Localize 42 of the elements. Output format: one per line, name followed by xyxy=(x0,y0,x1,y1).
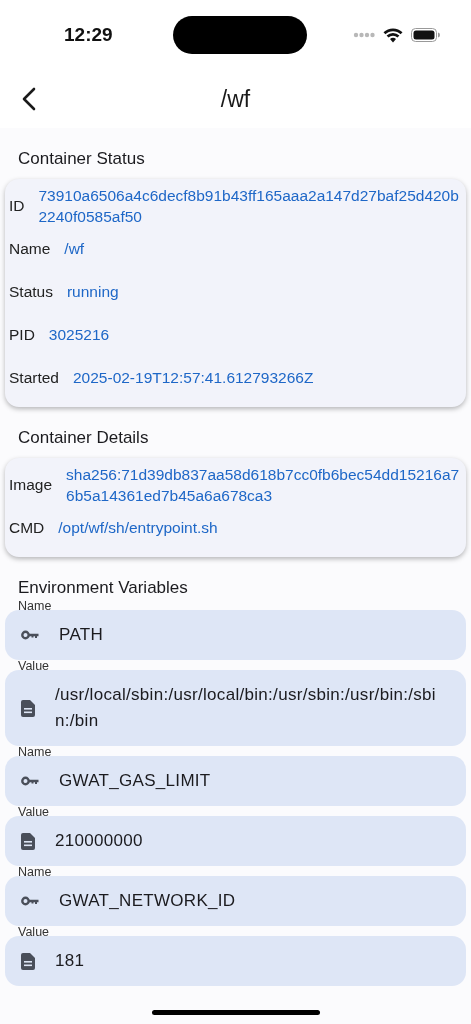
document-icon xyxy=(21,952,35,970)
field-text: PATH xyxy=(59,624,103,646)
section-heading: Environment Variables xyxy=(17,577,189,599)
field-value: 73910a6506a4c6decf8b91b43ff165aaa2a147d27baf25d420b2240f0585af50 xyxy=(38,185,460,227)
field-value: sha256:71d39db837aa58d618b7cc0fb6bec54dd15216a76b5a14361ed7b45a6a678ca3 xyxy=(66,464,461,506)
field-value: 3025216 xyxy=(48,325,110,345)
back-button[interactable] xyxy=(22,86,38,112)
field-value: 2025-02-19T12:57:41.612793266Z xyxy=(73,368,314,388)
back-icon xyxy=(22,87,36,111)
floating-label: Value xyxy=(18,925,50,939)
floating-label: Value xyxy=(18,805,50,819)
field-text: GWAT_NETWORK_ID xyxy=(59,890,236,912)
key-icon xyxy=(21,776,39,786)
status-time: 12:29 xyxy=(64,24,113,46)
field-label: Status xyxy=(9,282,53,302)
field-label: ID xyxy=(9,196,25,216)
field-text: /usr/local/sbin:/usr/local/bin:/usr/sbin:/usr/bin:/sbin:/bin xyxy=(55,684,436,732)
floating-label: Value xyxy=(18,659,50,673)
page-title: /wf xyxy=(220,85,251,113)
floating-label: Name xyxy=(18,599,52,613)
field-value: running xyxy=(66,282,119,302)
field-text: GWAT_GAS_LIMIT xyxy=(59,770,211,792)
floating-label: Name xyxy=(18,865,52,879)
field-text: 210000000 xyxy=(55,830,143,852)
document-icon xyxy=(21,832,35,850)
field-label: Image xyxy=(9,475,53,495)
field-label: CMD xyxy=(9,518,45,538)
section-heading: Container Status xyxy=(17,148,146,169)
battery-icon xyxy=(411,28,441,42)
section-heading: Container Details xyxy=(17,427,150,448)
field-label: PID xyxy=(9,325,35,345)
field-text: 181 xyxy=(55,950,85,972)
field-label: Name xyxy=(9,239,51,259)
document-icon xyxy=(21,699,35,717)
field-value: /wf xyxy=(64,239,85,259)
signal-icon xyxy=(353,32,375,38)
field-label: Started xyxy=(9,368,59,388)
key-icon xyxy=(21,630,39,640)
wifi-icon xyxy=(383,27,403,43)
key-icon xyxy=(21,896,39,906)
field-value: /opt/wf/sh/entrypoint.sh xyxy=(58,518,218,538)
floating-label: Name xyxy=(18,745,52,759)
